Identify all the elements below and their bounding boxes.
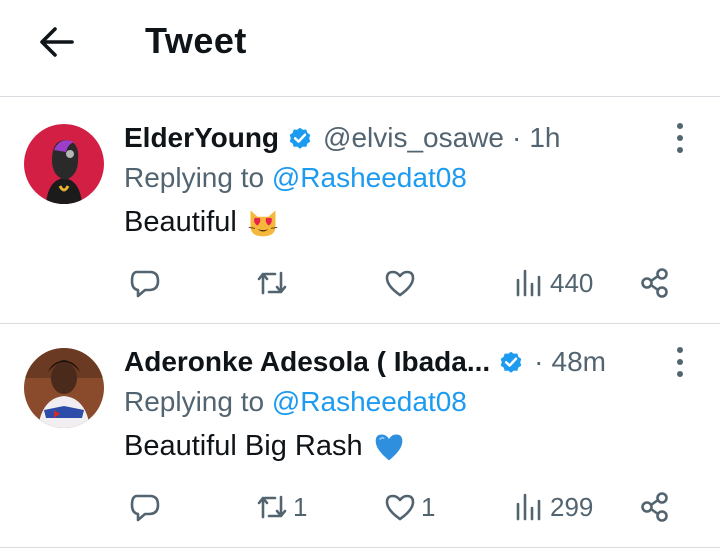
like-button[interactable]: 1 xyxy=(383,490,435,524)
replying-prefix: Replying to xyxy=(124,386,265,417)
views-button[interactable]: 440 xyxy=(512,266,593,300)
views-count: 299 xyxy=(550,491,594,522)
retweet-count: 1 xyxy=(293,491,308,522)
heart-eyes-cat-emoji xyxy=(248,210,278,236)
reply-icon xyxy=(130,494,160,522)
blue-heart-emoji xyxy=(375,434,402,460)
tweet-header: Aderonke Adesola ( Ibada... · 48m xyxy=(124,342,606,382)
retweet-button[interactable] xyxy=(255,266,293,300)
views-button[interactable]: 299 xyxy=(512,490,593,524)
like-button[interactable] xyxy=(383,266,421,300)
more-options-button[interactable] xyxy=(666,344,694,380)
more-options-button[interactable] xyxy=(666,120,694,156)
more-vertical-icon xyxy=(677,347,683,377)
back-button[interactable] xyxy=(36,22,76,62)
heart-icon xyxy=(385,494,415,521)
display-name[interactable]: Aderonke Adesola ( Ibada... xyxy=(124,346,490,378)
tweet-header: ElderYoung @elvis_osawe · 1h xyxy=(124,118,560,158)
verified-badge-icon xyxy=(289,127,311,149)
replying-prefix: Replying to xyxy=(124,162,265,193)
tweet-timestamp[interactable]: 1h xyxy=(529,122,560,154)
header-divider xyxy=(0,96,720,97)
heart-icon xyxy=(385,270,415,297)
page-title: Tweet xyxy=(145,20,247,61)
user-handle[interactable]: @elvis_osawe xyxy=(323,122,504,154)
tweet-reply[interactable]: Aderonke Adesola ( Ibada... · 48m Replyi… xyxy=(0,324,720,548)
separator-dot: · xyxy=(512,122,522,153)
display-name[interactable]: ElderYoung xyxy=(124,122,279,154)
avatar[interactable] xyxy=(24,124,104,204)
replying-to: Replying to @Rasheedat08 xyxy=(124,386,467,418)
tweet-text: Beautiful xyxy=(124,206,279,239)
share-button[interactable] xyxy=(638,266,672,300)
reply-icon xyxy=(130,270,160,298)
tweet-timestamp[interactable]: 48m xyxy=(552,346,606,378)
retweet-button[interactable]: 1 xyxy=(255,490,307,524)
tweet-divider xyxy=(0,547,720,548)
share-icon xyxy=(641,492,668,522)
tweet-body: Beautiful xyxy=(124,206,237,238)
share-button[interactable] xyxy=(638,490,672,524)
like-count: 1 xyxy=(421,491,436,522)
reply-button[interactable] xyxy=(128,266,166,300)
tweet-reply[interactable]: ElderYoung @elvis_osawe · 1h Replying to… xyxy=(0,100,720,324)
avatar[interactable] xyxy=(24,348,104,428)
top-app-bar: Tweet xyxy=(0,0,720,88)
separator-dot: · xyxy=(534,346,544,377)
arrow-left-icon xyxy=(40,27,74,57)
reply-button[interactable] xyxy=(128,490,166,524)
verified-badge-icon xyxy=(500,351,522,373)
retweet-icon xyxy=(257,271,287,295)
retweet-icon xyxy=(257,495,287,519)
replying-to: Replying to @Rasheedat08 xyxy=(124,162,467,194)
views-count: 440 xyxy=(550,267,594,298)
share-icon xyxy=(641,268,668,298)
tweet-body: Beautiful Big Rash xyxy=(124,430,363,462)
avatar-image xyxy=(24,124,104,204)
avatar-image xyxy=(24,348,104,428)
analytics-bar-icon xyxy=(516,493,541,521)
more-vertical-icon xyxy=(677,123,683,153)
replying-to-link[interactable]: @Rasheedat08 xyxy=(272,162,467,193)
tweet-text: Beautiful Big Rash xyxy=(124,430,405,463)
replying-to-link[interactable]: @Rasheedat08 xyxy=(272,386,467,417)
analytics-bar-icon xyxy=(516,269,541,297)
